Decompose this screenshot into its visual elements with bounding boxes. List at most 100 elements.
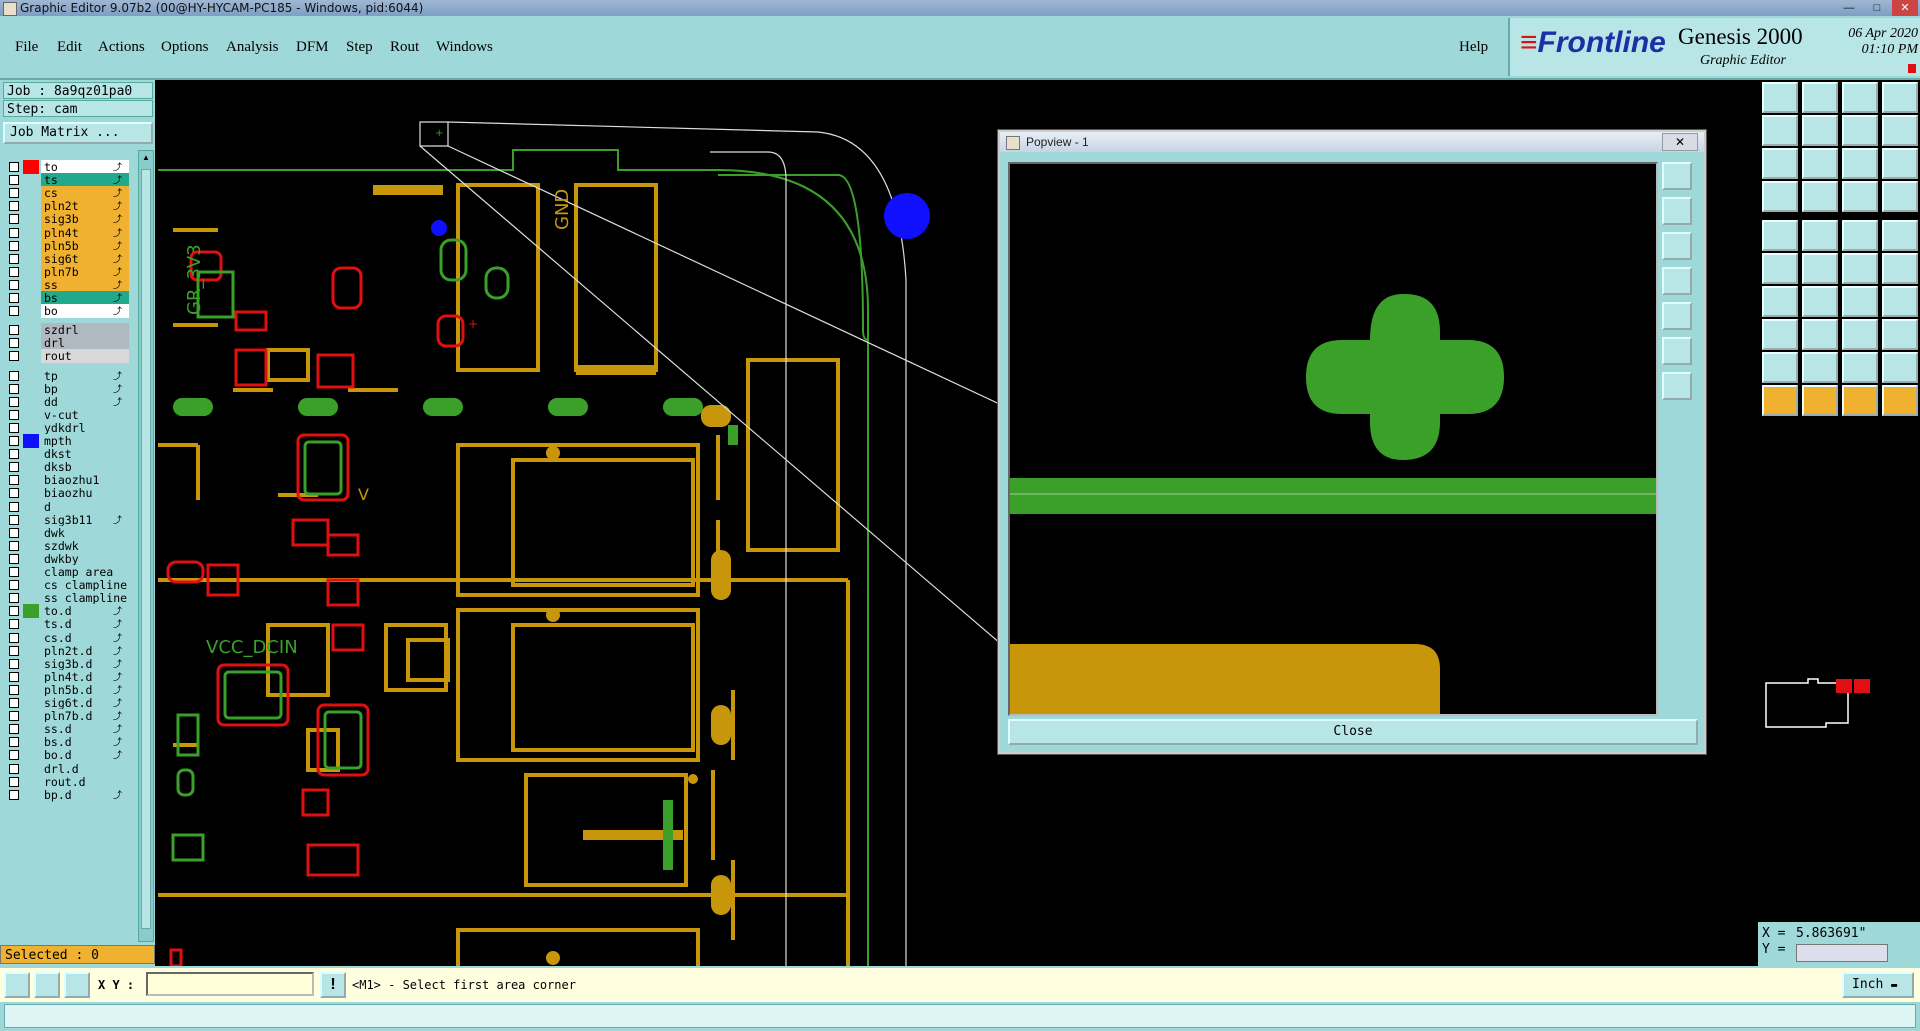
layer-checkbox[interactable] <box>9 462 19 473</box>
layer-row[interactable]: pln5b.d ⤴ <box>6 682 129 697</box>
square-icon[interactable] <box>1882 319 1918 350</box>
layer-row[interactable]: rout <box>6 349 129 364</box>
layer-row[interactable]: ss ⤴ <box>6 277 129 292</box>
overview-map[interactable] <box>1758 675 1920 735</box>
layer-color-swatch[interactable] <box>23 722 39 736</box>
layer-row[interactable]: pln7b ⤴ <box>6 264 129 279</box>
layer-color-swatch[interactable] <box>23 278 39 292</box>
menu-edit[interactable]: Edit <box>57 39 82 56</box>
rotate-icon[interactable] <box>1842 286 1878 317</box>
layer-color-swatch[interactable] <box>23 565 39 579</box>
layer-name[interactable]: rout <box>41 349 129 364</box>
home-icon[interactable] <box>1842 82 1878 113</box>
layer-color-swatch[interactable] <box>23 775 39 789</box>
layer-checkbox[interactable] <box>9 658 19 669</box>
minimize-button[interactable]: — <box>1836 0 1862 16</box>
layer-checkbox[interactable] <box>9 632 19 643</box>
layer-color-swatch[interactable] <box>23 160 39 174</box>
layer-checkbox[interactable] <box>9 711 19 722</box>
layer-color-swatch[interactable] <box>23 239 39 253</box>
grid-icon[interactable] <box>64 972 90 998</box>
layer-color-swatch[interactable] <box>23 617 39 631</box>
layer-name[interactable]: dkst <box>41 447 129 462</box>
layer-checkbox[interactable] <box>9 553 19 564</box>
layer-color-swatch[interactable] <box>23 526 39 540</box>
layer-checkbox[interactable] <box>9 436 19 446</box>
popview-zoom-out-icon[interactable] <box>1662 232 1692 260</box>
layer-row[interactable]: clamp_area <box>6 565 129 579</box>
layer-color-swatch[interactable] <box>23 408 39 422</box>
layer-checkbox[interactable] <box>9 619 19 630</box>
menu-rout[interactable]: Rout <box>390 39 419 56</box>
layer-checkbox[interactable] <box>9 396 19 407</box>
layer-color-swatch[interactable] <box>23 500 39 514</box>
layer-row[interactable]: sig3b ⤴ <box>6 212 129 227</box>
select-feature-icon[interactable] <box>1802 385 1838 416</box>
layer-checkbox[interactable] <box>9 540 19 551</box>
popview-fit-icon[interactable] <box>1662 372 1692 400</box>
popview-zoom-fit-icon[interactable] <box>1662 162 1692 190</box>
layer-row[interactable]: biaozhu1 <box>6 473 129 488</box>
layer-color-swatch[interactable] <box>23 552 39 566</box>
layer-checkbox[interactable] <box>9 789 19 800</box>
layer-color-swatch[interactable] <box>23 226 39 240</box>
scale-icon[interactable] <box>1842 148 1878 179</box>
layer-checkbox[interactable] <box>9 645 19 656</box>
layer-row[interactable]: pln2t.d ⤴ <box>6 643 129 658</box>
layer-name[interactable]: szdrl <box>41 323 129 338</box>
layer-color-swatch[interactable] <box>23 670 39 684</box>
layer-checkbox[interactable] <box>9 253 19 264</box>
mirror-icon[interactable] <box>1882 286 1918 317</box>
layer-row[interactable]: bs ⤴ <box>6 291 129 305</box>
layer-checkbox[interactable] <box>9 279 19 290</box>
layer-name[interactable]: drl <box>41 336 129 351</box>
slash-icon[interactable] <box>1802 286 1838 317</box>
layer-color-swatch[interactable] <box>23 788 39 802</box>
layer-color-swatch[interactable] <box>23 323 39 337</box>
layer-name[interactable]: dwkby <box>41 551 129 566</box>
layer-row[interactable]: biaozhu <box>6 486 129 501</box>
layer-checkbox[interactable] <box>9 606 19 617</box>
save-icon[interactable] <box>1802 82 1838 113</box>
layer-color-swatch[interactable] <box>23 173 39 187</box>
popview-center-icon[interactable] <box>1662 337 1692 365</box>
layer-name[interactable]: biaozhu1 <box>41 473 129 488</box>
layer-checkbox[interactable] <box>9 501 19 512</box>
layer-row[interactable]: drl <box>6 336 129 351</box>
layer-row[interactable]: sig6t ⤴ <box>6 251 129 266</box>
layer-checkbox[interactable] <box>9 370 19 381</box>
layer-name[interactable]: v-cut <box>41 407 129 422</box>
layer-checkbox[interactable] <box>9 409 19 420</box>
layer-checkbox[interactable] <box>9 227 19 238</box>
layer-color-swatch[interactable] <box>23 382 39 396</box>
zoom-window-icon[interactable] <box>4 972 30 998</box>
menu-step[interactable]: Step <box>346 39 373 56</box>
layer-row[interactable]: rout.d <box>6 774 129 789</box>
select-arrow-icon[interactable] <box>1762 385 1798 416</box>
layer-color-swatch[interactable] <box>23 369 39 383</box>
layer-checkbox[interactable] <box>9 527 19 538</box>
layer-name[interactable]: clamp_area <box>41 565 129 579</box>
layer-row[interactable]: bs.d ⤴ <box>6 735 129 750</box>
layer-row[interactable]: dkst <box>6 447 129 462</box>
layer-color-swatch[interactable] <box>23 513 39 527</box>
arc-icon[interactable] <box>1802 220 1838 251</box>
layer-row[interactable]: d <box>6 499 129 514</box>
layer-row[interactable]: pln4t.d ⤴ <box>6 669 129 684</box>
layer-color-swatch[interactable] <box>23 199 39 213</box>
layer-color-swatch[interactable] <box>23 460 39 474</box>
layer-row[interactable]: ss.d ⤴ <box>6 722 129 737</box>
layer-color-swatch[interactable] <box>23 604 39 619</box>
layer-color-swatch[interactable] <box>23 578 39 592</box>
triangle-icon[interactable] <box>1762 352 1798 383</box>
layer-checkbox[interactable] <box>9 737 19 748</box>
layer-color-swatch[interactable] <box>23 265 39 279</box>
layer-list-scrollbar[interactable]: ▲ <box>138 150 154 942</box>
popview-close-button[interactable]: Close <box>1008 719 1698 745</box>
layer-row[interactable]: ydkdrl <box>6 420 129 435</box>
layer-row[interactable]: szdrl <box>6 323 129 338</box>
drill-icon[interactable] <box>1842 181 1878 212</box>
layer-color-swatch[interactable] <box>23 591 39 605</box>
minus-icon[interactable] <box>1802 319 1838 350</box>
menu-windows[interactable]: Windows <box>436 39 493 56</box>
